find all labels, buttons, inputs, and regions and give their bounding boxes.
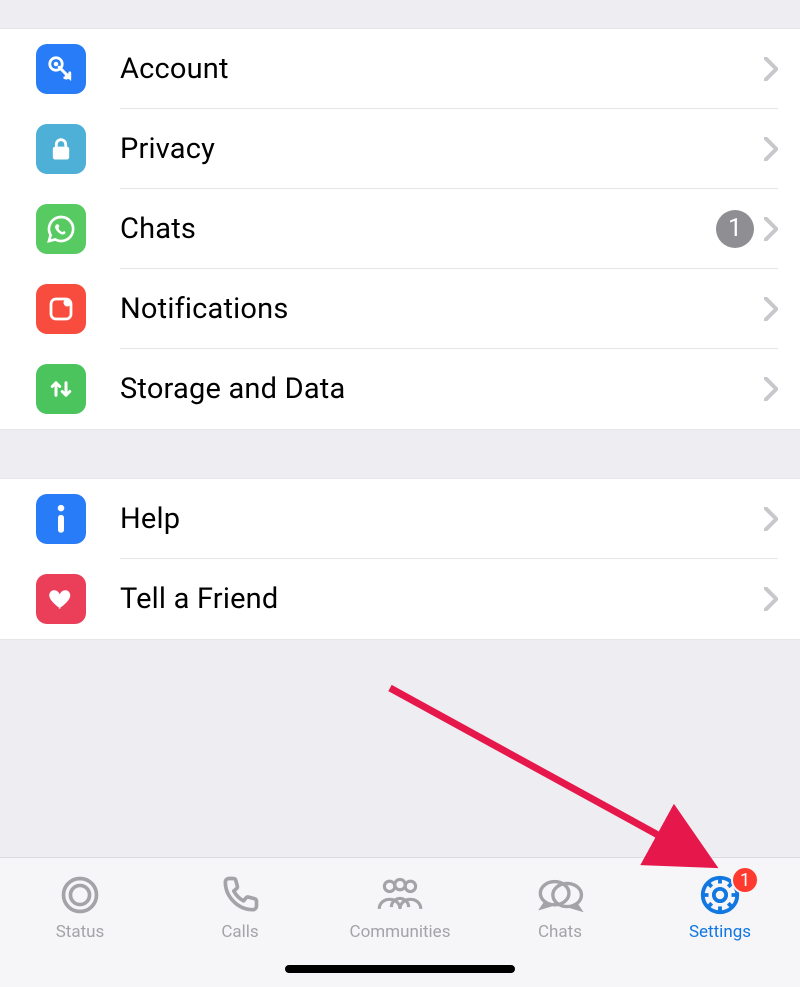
- phone-icon: [218, 870, 262, 920]
- lock-icon: [36, 124, 86, 174]
- settings-section-support: Help Tell a Friend: [0, 478, 800, 640]
- tab-communities[interactable]: Communities: [325, 870, 475, 942]
- settings-row-label: Chats: [120, 212, 716, 246]
- status-icon: [58, 870, 102, 920]
- settings-row-label: Tell a Friend: [120, 582, 764, 616]
- notification-square-icon: [36, 284, 86, 334]
- tab-settings[interactable]: Settings 1: [645, 870, 795, 942]
- tab-label: Status: [56, 922, 105, 942]
- tab-label: Settings: [689, 922, 751, 942]
- tab-label: Calls: [221, 922, 258, 942]
- chevron-right-icon: [764, 507, 778, 531]
- tab-chats[interactable]: Chats: [485, 870, 635, 942]
- chats-icon: [535, 870, 585, 920]
- settings-row-account[interactable]: Account: [0, 29, 800, 109]
- chevron-right-icon: [764, 217, 778, 241]
- heart-icon: [36, 574, 86, 624]
- info-icon: [36, 494, 86, 544]
- chevron-right-icon: [764, 377, 778, 401]
- chevron-right-icon: [764, 137, 778, 161]
- settings-row-tell-friend[interactable]: Tell a Friend: [0, 559, 800, 639]
- settings-row-storage[interactable]: Storage and Data: [0, 349, 800, 429]
- tab-status[interactable]: Status: [5, 870, 155, 942]
- settings-row-label: Notifications: [120, 292, 764, 326]
- communities-icon: [374, 870, 426, 920]
- tab-calls[interactable]: Calls: [165, 870, 315, 942]
- whatsapp-icon: [36, 204, 86, 254]
- tab-label: Chats: [538, 922, 582, 942]
- chevron-right-icon: [764, 297, 778, 321]
- key-icon: [36, 44, 86, 94]
- tab-label: Communities: [350, 922, 451, 942]
- settings-row-label: Account: [120, 52, 764, 86]
- chevron-right-icon: [764, 57, 778, 81]
- settings-row-notifications[interactable]: Notifications: [0, 269, 800, 349]
- home-indicator: [285, 965, 515, 973]
- settings-section-main: Account Privacy Chats: [0, 28, 800, 430]
- chevron-right-icon: [764, 587, 778, 611]
- settings-row-label: Privacy: [120, 132, 764, 166]
- settings-row-privacy[interactable]: Privacy: [0, 109, 800, 189]
- settings-row-help[interactable]: Help: [0, 479, 800, 559]
- storage-arrows-icon: [36, 364, 86, 414]
- settings-row-label: Storage and Data: [120, 372, 764, 406]
- settings-row-chats[interactable]: Chats 1: [0, 189, 800, 269]
- settings-row-label: Help: [120, 502, 764, 536]
- tab-badge: 1: [731, 866, 759, 894]
- row-badge: 1: [716, 210, 754, 248]
